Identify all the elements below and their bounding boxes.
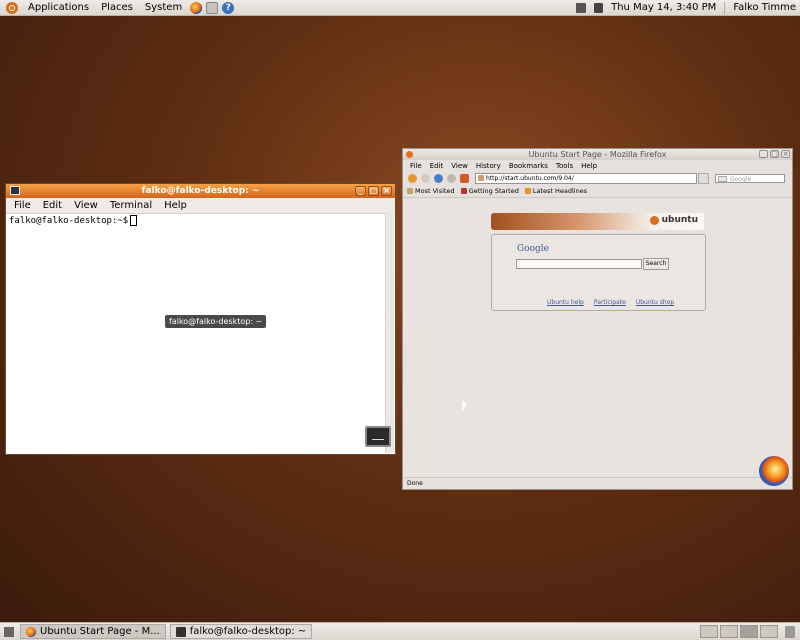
terminal-menu-edit[interactable]: Edit bbox=[37, 200, 68, 211]
firefox-window-controls: _ □ × bbox=[757, 150, 790, 158]
terminal-window-controls: _ □ × bbox=[353, 186, 392, 196]
minimize-icon[interactable]: _ bbox=[355, 186, 366, 196]
stop-icon[interactable] bbox=[447, 173, 456, 183]
back-arrow-icon[interactable] bbox=[408, 173, 417, 183]
firefox-title: Ubuntu Start Page - Mozilla Firefox bbox=[528, 150, 667, 159]
show-desktop-icon[interactable] bbox=[4, 626, 14, 637]
home-icon[interactable] bbox=[460, 173, 469, 183]
brand-text: ubuntu bbox=[661, 215, 698, 225]
user-name[interactable]: Falko Timme bbox=[733, 2, 796, 13]
ubuntu-logo-icon[interactable] bbox=[6, 1, 18, 14]
terminal-menu-terminal[interactable]: Terminal bbox=[104, 200, 158, 211]
mail-launcher-icon[interactable] bbox=[206, 1, 219, 14]
workspace-2[interactable] bbox=[720, 625, 738, 638]
terminal-cursor bbox=[130, 215, 138, 226]
bookmark-label: Getting Started bbox=[468, 187, 519, 195]
bottom-panel: Ubuntu Start Page - M... falko@falko-des… bbox=[0, 622, 800, 640]
workspace-1[interactable] bbox=[700, 625, 718, 638]
firefox-logo-icon bbox=[759, 456, 789, 486]
bookmark-most-visited[interactable]: Most Visited bbox=[407, 187, 455, 195]
ff-menu-help[interactable]: Help bbox=[577, 162, 601, 170]
workspace-3[interactable] bbox=[740, 625, 758, 638]
terminal-menu-view[interactable]: View bbox=[68, 200, 104, 211]
rss-icon bbox=[524, 188, 531, 194]
ff-menu-history[interactable]: History bbox=[472, 162, 505, 170]
volume-icon[interactable] bbox=[594, 2, 604, 13]
terminal-title: falko@falko-desktop: ~ bbox=[141, 186, 260, 196]
menu-places[interactable]: Places bbox=[95, 2, 139, 13]
firefox-titlebar[interactable]: Ubuntu Start Page - Mozilla Firefox _ □ … bbox=[403, 149, 792, 160]
folder-icon bbox=[407, 188, 413, 194]
clock[interactable]: Thu May 14, 3:40 PM bbox=[611, 2, 716, 13]
status-bar: Done bbox=[403, 477, 792, 489]
terminal-menu-file[interactable]: File bbox=[6, 200, 37, 211]
close-icon[interactable]: × bbox=[781, 150, 790, 158]
ubuntu-brand[interactable]: ubuntu bbox=[649, 215, 698, 225]
trash-icon[interactable] bbox=[785, 625, 795, 638]
terminal-window-icon[interactable] bbox=[10, 186, 20, 195]
taskbar-firefox[interactable]: Ubuntu Start Page - M... bbox=[20, 624, 166, 639]
google-search-input[interactable] bbox=[516, 259, 642, 269]
maximize-icon[interactable]: □ bbox=[368, 186, 379, 196]
ubuntu-logo-icon bbox=[649, 215, 659, 225]
bookmark-label: Latest Headlines bbox=[532, 187, 588, 195]
window-tooltip: falko@falko-desktop: ~ bbox=[165, 315, 267, 328]
help-launcher-icon[interactable]: ? bbox=[222, 1, 235, 14]
ubuntu-banner: ubuntu bbox=[491, 213, 704, 230]
terminal-prompt: falko@falko-desktop:~$ bbox=[9, 216, 129, 226]
bookmark-latest-headlines[interactable]: Latest Headlines bbox=[524, 187, 588, 195]
terminal-menubar: File Edit View Terminal Help bbox=[6, 198, 395, 214]
workspace-switcher bbox=[698, 625, 778, 638]
ff-menu-tools[interactable]: Tools bbox=[552, 162, 577, 170]
google-search-button[interactable]: Search bbox=[643, 258, 669, 270]
panel-separator bbox=[724, 1, 726, 14]
ff-menu-view[interactable]: View bbox=[447, 162, 472, 170]
navigation-toolbar: http://start.ubuntu.com/9.04/ Google bbox=[403, 171, 792, 185]
top-panel: Applications Places System ? Thu May 14,… bbox=[0, 0, 800, 16]
google-logo: Google bbox=[517, 244, 549, 254]
menu-system[interactable]: System bbox=[139, 2, 188, 13]
taskbar-label: falko@falko-desktop: ~ bbox=[189, 626, 307, 637]
link-ubuntu-help[interactable]: Ubuntu help bbox=[547, 299, 584, 306]
bookmarks-toolbar: Most Visited Getting Started Latest Head… bbox=[403, 185, 792, 198]
ff-menu-edit[interactable]: Edit bbox=[426, 162, 448, 170]
link-participate[interactable]: Participate bbox=[594, 299, 626, 306]
system-tray: Thu May 14, 3:40 PM Falko Timme bbox=[572, 1, 800, 14]
forward-arrow-icon[interactable] bbox=[421, 173, 430, 183]
terminal-icon bbox=[175, 626, 186, 637]
firefox-window: Ubuntu Start Page - Mozilla Firefox _ □ … bbox=[402, 148, 793, 490]
ubuntu-links: Ubuntu help Participate Ubuntu shop bbox=[547, 299, 684, 306]
terminal-menu-help[interactable]: Help bbox=[158, 200, 193, 211]
minimize-icon[interactable]: _ bbox=[759, 150, 768, 158]
bookmark-getting-started[interactable]: Getting Started bbox=[460, 187, 519, 195]
url-bar[interactable]: http://start.ubuntu.com/9.04/ bbox=[475, 172, 697, 184]
close-icon[interactable]: × bbox=[381, 186, 392, 196]
firefox-window-icon[interactable] bbox=[406, 151, 413, 158]
bookmark-icon bbox=[460, 188, 467, 194]
ff-menu-bookmarks[interactable]: Bookmarks bbox=[505, 162, 552, 170]
google-search-box: Google Search Ubuntu help Participate Ub… bbox=[491, 234, 706, 311]
ff-menu-file[interactable]: File bbox=[406, 162, 426, 170]
taskbar-terminal[interactable]: falko@falko-desktop: ~ bbox=[169, 624, 313, 639]
firefox-launcher-icon[interactable] bbox=[190, 1, 203, 14]
page-content: ubuntu Google Search Ubuntu help Partici… bbox=[403, 199, 792, 478]
firefox-menubar: File Edit View History Bookmarks Tools H… bbox=[403, 160, 792, 171]
reload-icon[interactable] bbox=[434, 173, 443, 183]
mouse-pointer-icon bbox=[462, 400, 467, 412]
firefox-icon bbox=[26, 626, 36, 637]
terminal-scrollbar[interactable] bbox=[385, 213, 394, 453]
terminal-content[interactable]: falko@falko-desktop:~$ bbox=[6, 213, 385, 454]
terminal-titlebar[interactable]: falko@falko-desktop: ~ _ □ × bbox=[6, 184, 395, 198]
taskbar-label: Ubuntu Start Page - M... bbox=[40, 626, 160, 637]
search-input[interactable]: Google bbox=[715, 173, 785, 183]
url-dropdown-icon[interactable] bbox=[698, 172, 709, 184]
terminal-thumbnail-icon bbox=[365, 426, 391, 447]
link-ubuntu-shop[interactable]: Ubuntu shop bbox=[636, 299, 674, 306]
maximize-icon[interactable]: □ bbox=[770, 150, 779, 158]
workspace-4[interactable] bbox=[760, 625, 778, 638]
network-icon[interactable] bbox=[576, 2, 587, 13]
menu-applications[interactable]: Applications bbox=[22, 2, 95, 13]
bookmark-label: Most Visited bbox=[415, 187, 455, 195]
